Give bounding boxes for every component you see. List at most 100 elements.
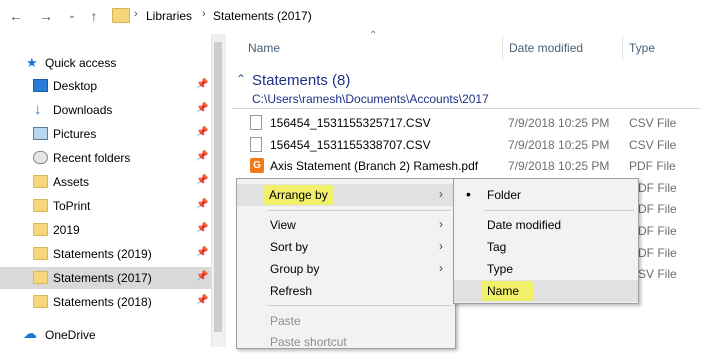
sidebar-item-label: ToPrint: [53, 199, 91, 213]
file-name: 156454_1531155325717.CSV: [270, 116, 431, 130]
sidebar-item-downloads[interactable]: ↓ Downloads 📌: [0, 99, 211, 121]
pictures-icon: [33, 127, 48, 140]
folder-icon: [33, 175, 48, 188]
menu-item-group-by[interactable]: Group by ›: [237, 258, 455, 280]
recent-folders-icon: [33, 151, 48, 164]
sidebar-item-2019[interactable]: 2019 📌: [0, 219, 211, 241]
cloud-icon: ☁: [23, 325, 37, 341]
file-date: 7/9/2018 10:25 PM: [508, 159, 610, 173]
column-divider[interactable]: [502, 36, 503, 60]
breadcrumb-statements-2017[interactable]: Statements (2017): [213, 9, 312, 23]
group-title[interactable]: Statements (8): [252, 72, 350, 89]
submenu-arrow-icon: ›: [439, 239, 443, 253]
group-divider: [232, 108, 701, 109]
menu-item-label: Refresh: [270, 284, 313, 298]
sidebar-item-label: Assets: [53, 175, 90, 189]
pin-icon[interactable]: 📌: [196, 103, 208, 114]
up-arrow-icon[interactable]: ↑: [84, 6, 104, 26]
sidebar-item-recent-folders[interactable]: Recent folders 📌: [0, 147, 211, 169]
menu-item-label: Name: [481, 281, 534, 301]
submenu-arrow-icon: ›: [439, 217, 443, 231]
column-header-label: Date modified: [509, 41, 584, 55]
sidebar-item-desktop[interactable]: Desktop 📌: [0, 75, 211, 97]
pin-icon[interactable]: 📌: [196, 151, 208, 162]
breadcrumb-libraries[interactable]: Libraries: [146, 9, 192, 23]
menu-item-label: Group by: [270, 262, 320, 276]
column-header-label: Type: [629, 41, 656, 55]
breadcrumb-separator-icon: ›: [134, 8, 138, 20]
file-type: DF File: [638, 246, 677, 260]
pin-icon[interactable]: 📌: [196, 295, 208, 306]
menu-item-label: Date modified: [487, 218, 562, 232]
menu-item-refresh[interactable]: Refresh: [237, 280, 455, 302]
file-type: SV File: [638, 267, 677, 281]
file-row[interactable]: 156454_1531155338707.CSV 7/9/2018 10:25 …: [246, 134, 701, 156]
sidebar-item-pictures[interactable]: Pictures 📌: [0, 123, 211, 145]
sidebar-item-toprint[interactable]: ToPrint 📌: [0, 195, 211, 217]
sidebar-item-label: Quick access: [45, 56, 117, 70]
sort-ascending-icon: ⌃: [369, 30, 378, 41]
sidebar-item-statements-2017[interactable]: Statements (2017) 📌: [0, 267, 211, 289]
sidebar-item-statements-2018[interactable]: Statements (2018) 📌: [0, 291, 211, 313]
folder-icon: [112, 8, 130, 23]
menu-item-paste[interactable]: Paste: [237, 310, 455, 332]
sidebar-item-label: Recent folders: [53, 151, 131, 165]
folder-icon: [33, 271, 48, 284]
back-arrow-icon[interactable]: ←: [6, 6, 26, 26]
menu-item-label: Paste: [270, 314, 301, 328]
group-path: C:\Users\ramesh\Documents\Accounts\2017: [252, 92, 489, 106]
breadcrumb-separator-icon: ›: [202, 8, 206, 20]
sidebar-item-label: Pictures: [53, 127, 97, 141]
menu-item-view[interactable]: View ›: [237, 214, 455, 236]
sidebar-item-quick-access[interactable]: ★ Quick access: [0, 52, 211, 74]
file-type: CSV File: [629, 138, 677, 152]
file-name: 156454_1531155338707.CSV: [270, 138, 431, 152]
menu-item-label: Folder: [487, 188, 522, 202]
forward-arrow-icon[interactable]: →: [36, 6, 56, 26]
pin-icon[interactable]: 📌: [196, 247, 208, 258]
desktop-icon: [33, 79, 48, 92]
pin-icon[interactable]: 📌: [196, 223, 208, 234]
menu-item-arrange-by[interactable]: Arrange by ›: [237, 184, 455, 206]
file-type: CSV File: [629, 116, 677, 130]
folder-icon: [33, 223, 48, 236]
submenu-item-tag[interactable]: Tag: [454, 236, 638, 258]
address-bar: ← → ⌄ ↑ › Libraries › Statements (2017): [0, 0, 701, 34]
menu-separator: [484, 210, 634, 211]
star-icon: ★: [26, 55, 38, 70]
recent-locations-chevron-icon[interactable]: ⌄: [62, 6, 82, 26]
column-divider[interactable]: [622, 36, 623, 60]
collapse-chevron-icon[interactable]: ⌃: [236, 72, 246, 86]
file-type: PDF File: [629, 159, 676, 173]
file-date: 7/9/2018 10:25 PM: [508, 138, 610, 152]
sidebar-item-assets[interactable]: Assets 📌: [0, 171, 211, 193]
selected-bullet-icon: •: [466, 186, 471, 202]
csv-file-icon: [250, 115, 262, 130]
submenu-item-folder[interactable]: • Folder: [454, 184, 638, 206]
pin-icon[interactable]: 📌: [196, 79, 208, 90]
pin-icon[interactable]: 📌: [196, 199, 208, 210]
file-row[interactable]: 156454_1531155325717.CSV 7/9/2018 10:25 …: [246, 112, 701, 134]
file-type: DF File: [638, 224, 677, 238]
sidebar-item-label: Statements (2019): [53, 247, 152, 261]
submenu-item-type[interactable]: Type: [454, 258, 638, 280]
menu-item-sort-by[interactable]: Sort by ›: [237, 236, 455, 258]
sidebar-item-onedrive[interactable]: ☁ OneDrive: [0, 324, 211, 346]
context-menu: Arrange by › View › Sort by › Group by ›…: [236, 178, 456, 349]
pin-icon[interactable]: 📌: [196, 127, 208, 138]
submenu-item-name[interactable]: Name: [454, 280, 638, 302]
sidebar-item-label: 2019: [53, 223, 80, 237]
menu-item-paste-shortcut[interactable]: Paste shortcut: [237, 331, 455, 353]
submenu-arrow-icon: ›: [439, 187, 443, 201]
pdf-file-icon: G: [250, 158, 264, 173]
menu-item-label: Sort by: [270, 240, 309, 254]
pin-icon[interactable]: 📌: [196, 271, 208, 282]
pin-icon[interactable]: 📌: [196, 175, 208, 186]
menu-item-label: Type: [487, 262, 514, 276]
submenu-item-date-modified[interactable]: Date modified: [454, 214, 638, 236]
file-type: DF File: [638, 181, 677, 195]
file-row[interactable]: G Axis Statement (Branch 2) Ramesh.pdf 7…: [246, 155, 701, 177]
csv-file-icon: [250, 137, 262, 152]
sidebar-scrollbar-thumb[interactable]: [214, 42, 222, 332]
sidebar-item-statements-2019[interactable]: Statements (2019) 📌: [0, 243, 211, 265]
